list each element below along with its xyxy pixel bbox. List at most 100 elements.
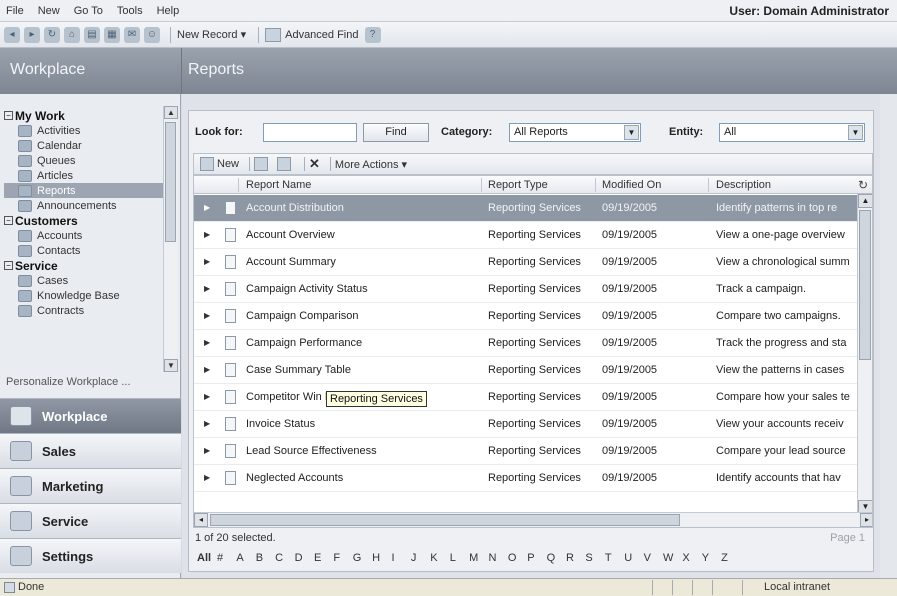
- alphabet-filter-m[interactable]: M: [469, 552, 488, 564]
- alphabet-filter-o[interactable]: O: [508, 552, 527, 564]
- users-icon[interactable]: ☺: [144, 26, 160, 43]
- home-icon[interactable]: ⌂: [64, 26, 80, 43]
- sidebar-item-contacts[interactable]: Contacts: [4, 243, 164, 258]
- menu-new[interactable]: New: [38, 5, 60, 17]
- look-for-input[interactable]: [263, 123, 357, 142]
- alphabet-filter-c[interactable]: C: [275, 552, 294, 564]
- table-row[interactable]: ▶ Account Summary Reporting Services 09/19/…: [194, 249, 858, 276]
- alphabet-filter-n[interactable]: N: [488, 552, 507, 564]
- menu-file[interactable]: File: [6, 5, 24, 17]
- refresh-grid-icon[interactable]: ↻: [858, 178, 868, 192]
- alphabet-filter-p[interactable]: P: [527, 552, 546, 564]
- print-icon[interactable]: ▤: [84, 26, 100, 43]
- back-icon[interactable]: ◂: [4, 26, 20, 43]
- advanced-find-button[interactable]: Advanced Find: [265, 27, 359, 42]
- sidebar-item-knowledge-base[interactable]: Knowledge Base: [4, 288, 164, 303]
- sidebar-item-articles[interactable]: Articles: [4, 168, 164, 183]
- alphabet-filter-a[interactable]: A: [236, 552, 255, 564]
- wunderbar-service[interactable]: Service: [0, 503, 181, 538]
- wunderbar-sales[interactable]: Sales: [0, 433, 181, 468]
- table-row[interactable]: ▶ Campaign Performance Reporting Services 0…: [194, 330, 858, 357]
- alphabet-filter-y[interactable]: Y: [702, 552, 721, 564]
- sidebar-item-calendar[interactable]: Calendar: [4, 138, 164, 153]
- scroll-right-icon[interactable]: ▸: [860, 513, 872, 527]
- alphabet-filter-e[interactable]: E: [314, 552, 333, 564]
- collapse-icon[interactable]: −: [4, 111, 13, 120]
- table-row[interactable]: ▶ Case Summary Table Reporting Services 09/…: [194, 357, 858, 384]
- wunderbar-marketing[interactable]: Marketing: [0, 468, 181, 503]
- table-row[interactable]: ▶ Campaign Activity Status Reporting Servi…: [194, 276, 858, 303]
- alphabet-filter-r[interactable]: R: [566, 552, 585, 564]
- menu-help[interactable]: Help: [157, 5, 180, 17]
- wunderbar-workplace[interactable]: Workplace: [0, 398, 181, 433]
- column-header-description[interactable]: Description: [716, 179, 771, 191]
- alphabet-filter-d[interactable]: D: [295, 552, 314, 564]
- alphabet-filter-j[interactable]: J: [411, 552, 430, 564]
- alphabet-filter-hash[interactable]: #: [217, 552, 236, 564]
- alphabet-filter-u[interactable]: U: [624, 552, 643, 564]
- alphabet-filter-f[interactable]: F: [333, 552, 352, 564]
- sidebar-item-activities[interactable]: Activities: [4, 123, 164, 138]
- sidebar-item-announcements[interactable]: Announcements: [4, 198, 164, 213]
- scroll-thumb[interactable]: [165, 122, 176, 242]
- table-row[interactable]: ▶ Competitor Win Loss Reporting Services 09…: [194, 384, 858, 411]
- alphabet-filter-k[interactable]: K: [430, 552, 449, 564]
- nav-group-customers[interactable]: − Customers: [4, 213, 164, 228]
- table-row[interactable]: ▶ Account Overview Reporting Services 09/19…: [194, 222, 858, 249]
- expand-row-icon[interactable]: ▶: [204, 365, 210, 374]
- nav-group-service[interactable]: − Service: [4, 258, 164, 273]
- collapse-icon[interactable]: −: [4, 216, 13, 225]
- sidebar-item-accounts[interactable]: Accounts: [4, 228, 164, 243]
- expand-row-icon[interactable]: ▶: [204, 257, 210, 266]
- new-record-button[interactable]: New Record ▾: [177, 28, 246, 41]
- personalize-workplace-link[interactable]: Personalize Workplace ...: [6, 376, 131, 388]
- alphabet-filter-z[interactable]: Z: [721, 552, 740, 564]
- expand-row-icon[interactable]: ▶: [204, 392, 210, 401]
- alphabet-filter-x[interactable]: X: [682, 552, 701, 564]
- entity-select[interactable]: All ▼: [719, 123, 865, 142]
- menu-tools[interactable]: Tools: [117, 5, 143, 17]
- alphabet-filter-w[interactable]: W: [663, 552, 682, 564]
- expand-row-icon[interactable]: ▶: [204, 284, 210, 293]
- menu-go-to[interactable]: Go To: [74, 5, 103, 17]
- collapse-icon[interactable]: −: [4, 261, 13, 270]
- export-button[interactable]: [277, 157, 294, 171]
- column-header-report-name[interactable]: Report Name: [246, 179, 311, 191]
- nav-group-my-work[interactable]: − My Work: [4, 108, 164, 123]
- alphabet-filter-t[interactable]: T: [605, 552, 624, 564]
- mail-icon[interactable]: ✉: [124, 26, 140, 43]
- help-icon[interactable]: ?: [364, 26, 381, 43]
- chevron-down-icon[interactable]: ▼: [624, 125, 639, 140]
- expand-row-icon[interactable]: ▶: [204, 473, 210, 482]
- alphabet-filter-h[interactable]: H: [372, 552, 391, 564]
- table-row[interactable]: ▶ Neglected Accounts Reporting Services 09/…: [194, 465, 858, 492]
- refresh-icon[interactable]: ↻: [44, 26, 60, 43]
- sidebar-item-contracts[interactable]: Contracts: [4, 303, 164, 318]
- find-button[interactable]: Find: [363, 123, 429, 142]
- alphabet-filter-l[interactable]: L: [450, 552, 469, 564]
- category-select[interactable]: All Reports ▼: [509, 123, 641, 142]
- expand-row-icon[interactable]: ▶: [204, 230, 210, 239]
- expand-row-icon[interactable]: ▶: [204, 311, 210, 320]
- expand-row-icon[interactable]: ▶: [204, 338, 210, 347]
- sidebar-item-queues[interactable]: Queues: [4, 153, 164, 168]
- table-row[interactable]: ▶ Invoice Status Reporting Services 09/19/2…: [194, 411, 858, 438]
- chevron-down-icon[interactable]: ▼: [848, 125, 863, 140]
- column-header-modified-on[interactable]: Modified On: [602, 179, 661, 191]
- forward-icon[interactable]: ▸: [24, 26, 40, 43]
- alphabet-filter-i[interactable]: I: [392, 552, 411, 564]
- scroll-left-icon[interactable]: ◂: [194, 513, 208, 527]
- grid-horizontal-scrollbar[interactable]: ◂ ▸: [194, 512, 872, 527]
- scroll-up-icon[interactable]: ▲: [858, 194, 872, 208]
- scroll-thumb[interactable]: [859, 210, 871, 360]
- print-button[interactable]: [254, 157, 271, 171]
- expand-row-icon[interactable]: ▶: [204, 419, 210, 428]
- nav-scrollbar[interactable]: ▲ ▼: [163, 106, 178, 372]
- alphabet-filter-g[interactable]: G: [353, 552, 372, 564]
- new-button[interactable]: New: [200, 157, 239, 171]
- column-header-report-type[interactable]: Report Type: [488, 179, 548, 191]
- alphabet-filter-q[interactable]: Q: [547, 552, 566, 564]
- alphabet-filter-v[interactable]: V: [644, 552, 663, 564]
- scroll-thumb[interactable]: [210, 514, 680, 526]
- table-row[interactable]: ▶ Campaign Comparison Reporting Services 09…: [194, 303, 858, 330]
